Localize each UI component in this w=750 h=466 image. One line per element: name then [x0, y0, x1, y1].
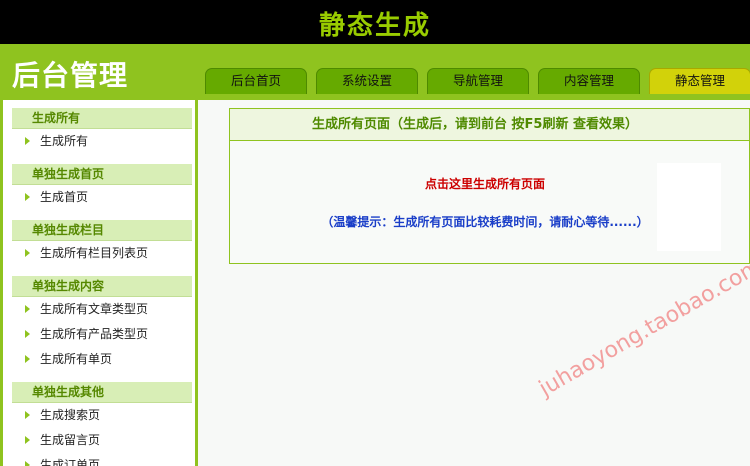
tab-system-settings[interactable]: 系统设置	[316, 68, 418, 94]
sidebar-item-generate-all[interactable]: 生成所有	[25, 131, 88, 151]
sidebar-item-generate-single-pages[interactable]: 生成所有单页	[25, 349, 112, 369]
sidebar-group-title: 单独生成内容	[12, 276, 192, 297]
triangle-right-icon	[25, 461, 30, 466]
sidebar-item-generate-home[interactable]: 生成首页	[25, 187, 88, 207]
triangle-right-icon	[25, 193, 30, 201]
blank-box	[657, 163, 721, 251]
triangle-right-icon	[25, 411, 30, 419]
sidebar-item-label: 生成所有单页	[40, 352, 113, 366]
main-content: 生成所有页面（生成后，请到前台 按F5刷新 查看效果） 点击这里生成所有页面 （…	[198, 100, 750, 466]
sidebar-item-label: 生成所有栏目列表页	[40, 246, 149, 260]
sidebar-item-label: 生成搜索页	[40, 408, 101, 422]
sidebar-item-generate-category-lists[interactable]: 生成所有栏目列表页	[25, 243, 148, 263]
sidebar-item-label: 生成所有文章类型页	[40, 302, 149, 316]
sidebar-item-generate-product-pages[interactable]: 生成所有产品类型页	[25, 324, 148, 344]
sidebar-item-generate-message-page[interactable]: 生成留言页	[25, 430, 100, 450]
sidebar-item-generate-article-pages[interactable]: 生成所有文章类型页	[25, 299, 148, 319]
admin-logo: 后台管理	[12, 59, 129, 92]
sidebar-item-label: 生成所有	[40, 134, 89, 148]
triangle-right-icon	[25, 436, 30, 444]
sidebar-group-title: 单独生成其他	[12, 382, 192, 403]
sidebar-item-generate-search-page[interactable]: 生成搜索页	[25, 405, 100, 425]
sidebar-item-label: 生成首页	[40, 190, 89, 204]
tab-static-management[interactable]: 静态管理	[649, 68, 750, 94]
sidebar-item-label: 生成订单页	[40, 458, 101, 466]
triangle-right-icon	[25, 355, 30, 363]
sidebar-group-title: 单独生成栏目	[12, 220, 192, 241]
panel-title: 生成所有页面（生成后，请到前台 按F5刷新 查看效果）	[230, 109, 749, 141]
generate-panel: 生成所有页面（生成后，请到前台 按F5刷新 查看效果） 点击这里生成所有页面 （…	[229, 108, 750, 264]
sidebar-item-generate-order-page[interactable]: 生成订单页	[25, 455, 100, 466]
sidebar-group-title: 生成所有	[12, 108, 192, 129]
triangle-right-icon	[25, 330, 30, 338]
sidebar-item-label: 生成所有产品类型页	[40, 327, 149, 341]
page-title: 静态生成	[318, 11, 431, 41]
tab-content-management[interactable]: 内容管理	[538, 68, 640, 94]
sidebar-item-label: 生成留言页	[40, 433, 101, 447]
tab-admin-home[interactable]: 后台首页	[205, 68, 307, 94]
sidebar-group-title: 单独生成首页	[12, 164, 192, 185]
tab-navigation-management[interactable]: 导航管理	[427, 68, 529, 94]
top-banner: 静态生成	[0, 0, 750, 44]
sidebar: 生成所有 生成所有 单独生成首页 生成首页 单独生成栏目 生成所有栏目列表页 单…	[0, 100, 198, 466]
triangle-right-icon	[25, 249, 30, 257]
triangle-right-icon	[25, 137, 30, 145]
triangle-right-icon	[25, 305, 30, 313]
